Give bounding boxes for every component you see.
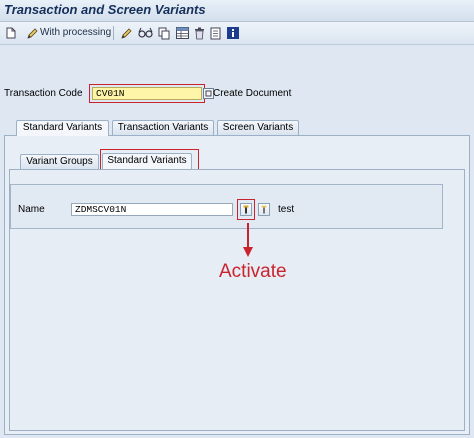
variant-name-field[interactable]: ZDMSCV01N [71, 203, 233, 216]
table-icon[interactable] [175, 25, 189, 41]
deactivate-icon [261, 205, 267, 214]
edit-pencil-icon[interactable] [119, 25, 133, 41]
document-list-icon[interactable] [209, 25, 221, 41]
activate-highlight [237, 199, 255, 220]
variant-name-label: Name [18, 204, 45, 215]
down-arrow-icon [243, 223, 253, 257]
activate-annotation: Activate [219, 261, 287, 282]
copy-icon[interactable] [157, 25, 171, 41]
with-processing-button[interactable]: With processing [40, 27, 111, 38]
pencil-icon[interactable] [25, 25, 39, 41]
tab-screen-variants[interactable]: Screen Variants [217, 120, 299, 135]
transaction-code-highlight [89, 84, 205, 103]
deactivate-button[interactable] [258, 203, 270, 216]
toolbar-separator [113, 26, 114, 40]
glasses-display-icon[interactable] [137, 25, 153, 41]
trash-icon[interactable] [193, 25, 205, 41]
window-title: Transaction and Screen Variants [4, 2, 206, 17]
tab-inner-standard-variants[interactable]: Standard Variants [102, 153, 192, 169]
application-toolbar: With processing [0, 22, 474, 45]
tab-transaction-variants[interactable]: Transaction Variants [112, 120, 214, 135]
transaction-description: Create Document [213, 88, 292, 99]
new-document-icon[interactable] [5, 25, 17, 41]
info-icon[interactable] [226, 25, 239, 41]
transaction-code-label: Transaction Code [4, 88, 83, 99]
variant-description: test [278, 204, 295, 215]
tab-standard-variants[interactable]: Standard Variants [16, 120, 109, 136]
tab-variant-groups[interactable]: Variant Groups [20, 154, 99, 169]
title-bar: Transaction and Screen Variants [0, 0, 474, 22]
